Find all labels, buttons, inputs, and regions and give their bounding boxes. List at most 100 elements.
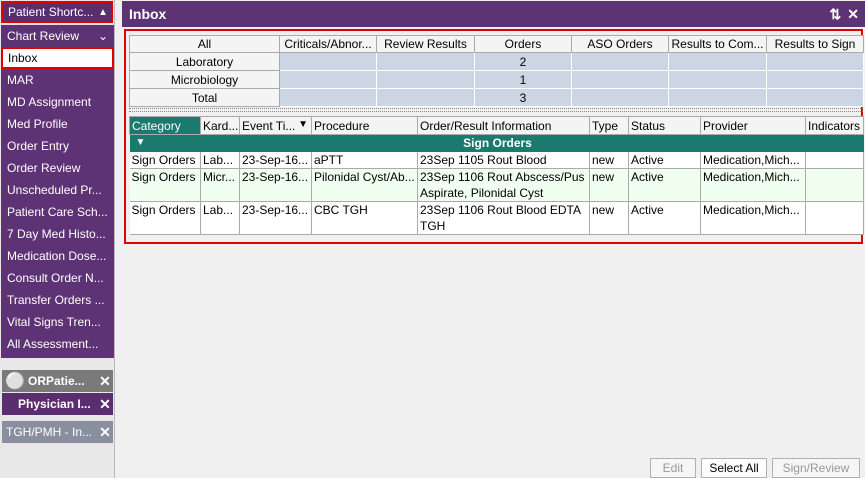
summary-row-label[interactable]: Laboratory [129, 52, 280, 71]
sidebar-item-order-entry[interactable]: Order Entry [1, 135, 114, 157]
summary-row-label[interactable]: Total [129, 88, 280, 107]
table-row[interactable]: Sign Orders Micr... 23-Sep-16... Pilonid… [129, 168, 864, 202]
refresh-icon[interactable]: ⇅ [830, 6, 842, 23]
chevron-down-icon: ⌄ [97, 29, 108, 43]
cell-indicators [805, 201, 864, 235]
cell-order-info: 23Sep 1105 Rout Blood [417, 151, 590, 169]
cell-category: Sign Orders [129, 201, 201, 235]
orders-count[interactable]: 1 [474, 70, 572, 89]
action-bar: Edit Select All Sign/Review [122, 455, 865, 478]
sidebar-item-mar[interactable]: MAR [1, 69, 114, 91]
sidebar-item-all-assessment[interactable]: All Assessment... [1, 333, 114, 355]
close-icon[interactable]: ✕ [97, 424, 113, 441]
orders-count[interactable]: 2 [474, 52, 572, 71]
cell-status: Active [628, 168, 701, 202]
summary-col-results-com[interactable]: Results to Com... [668, 35, 767, 53]
summary-col-orders[interactable]: Orders [474, 35, 572, 53]
sidebar-item-md-assignment[interactable]: MD Assignment [1, 91, 114, 113]
shortcuts-panel: Chart Review ⌄ Inbox MAR MD Assignment M… [1, 25, 114, 358]
cell-category: Sign Orders [129, 168, 201, 202]
cell-order-info: 23Sep 1106 Rout Abscess/Pus Aspirate, Pi… [417, 168, 590, 202]
person-icon: ⚪ [5, 373, 25, 390]
sidebar-item-label: Chart Review [7, 29, 80, 43]
summary-col-review[interactable]: Review Results [376, 35, 475, 53]
select-all-button[interactable]: Select All [701, 458, 767, 478]
splitter[interactable] [129, 108, 863, 112]
patient-shortcuts-label: Patient Shortc... [8, 5, 94, 19]
col-status[interactable]: Status [628, 116, 701, 135]
inbox-title-bar: Inbox ⇅ ✕ [122, 1, 865, 27]
cell-provider: Medication,Mich... [700, 201, 806, 235]
cell-category: Sign Orders [129, 151, 201, 169]
col-procedure[interactable]: Procedure [311, 116, 418, 135]
cell-procedure: Pilonidal Cyst/Ab... [311, 168, 418, 202]
location-tab[interactable]: TGH/PMH - In... ✕ [2, 421, 113, 443]
col-type[interactable]: Type [589, 116, 629, 135]
orders-table: Category Kard... Event Ti... ▼ Procedure… [129, 116, 864, 235]
cell-indicators [805, 168, 864, 202]
table-row[interactable]: Sign Orders Lab... 23-Sep-16... CBC TGH … [129, 201, 864, 235]
col-order-info[interactable]: Order/Result Information [417, 116, 590, 135]
sidebar-item-order-review[interactable]: Order Review [1, 157, 114, 179]
summary-row-label[interactable]: Microbiology [129, 70, 280, 89]
cell-procedure: CBC TGH [311, 201, 418, 235]
cell-event-time: 23-Sep-16... [239, 201, 312, 235]
orders-count[interactable]: 3 [474, 88, 572, 107]
summary-col-aso[interactable]: ASO Orders [571, 35, 669, 53]
col-kardex[interactable]: Kard... [200, 116, 240, 135]
summary-col-criticals[interactable]: Criticals/Abnor... [279, 35, 377, 53]
cell-indicators [805, 151, 864, 169]
sort-down-icon: ▼ [298, 118, 308, 130]
group-label: Sign Orders [463, 136, 532, 150]
col-category[interactable]: Category [129, 116, 201, 135]
summary-col-all[interactable]: All [129, 35, 280, 53]
sidebar-item-patient-care[interactable]: Patient Care Sch... [1, 201, 114, 223]
location-tab-label: TGH/PMH - In... [6, 425, 93, 439]
sidebar-item-consult-order[interactable]: Consult Order N... [1, 267, 114, 289]
summary-table: All Criticals/Abnor... Review Results Or… [129, 35, 864, 107]
patient-shortcuts-header[interactable]: Patient Shortc... ▲ [1, 1, 113, 23]
cell-order-info: 23Sep 1106 Rout Blood EDTA TGH [417, 201, 590, 235]
close-icon[interactable]: ✕ [97, 396, 113, 413]
close-icon[interactable]: ✕ [847, 6, 859, 23]
sidebar-item-7-day-med[interactable]: 7 Day Med Histo... [1, 223, 114, 245]
cell-provider: Medication,Mich... [700, 151, 806, 169]
col-event-time[interactable]: Event Ti... ▼ [239, 116, 312, 135]
sidebar-item-unscheduled[interactable]: Unscheduled Pr... [1, 179, 114, 201]
patient-tab-label: ORPatie... [28, 374, 85, 388]
physician-tab[interactable]: Physician I... ✕ [2, 393, 113, 415]
col-provider[interactable]: Provider [700, 116, 806, 135]
sidebar-item-med-profile[interactable]: Med Profile [1, 113, 114, 135]
cell-kardex: Lab... [200, 151, 240, 169]
edit-button[interactable]: Edit [650, 458, 696, 478]
page-title: Inbox [129, 6, 167, 22]
cell-event-time: 23-Sep-16... [239, 151, 312, 169]
sidebar-item-vital-signs[interactable]: Vital Signs Tren... [1, 311, 114, 333]
inbox-highlight-frame: All Criticals/Abnor... Review Results Or… [124, 29, 864, 244]
sidebar: Patient Shortc... ▲ Chart Review ⌄ Inbox… [0, 0, 115, 478]
summary-row[interactable]: Laboratory 2 [129, 52, 864, 71]
orders-header-row: Category Kard... Event Ti... ▼ Procedure… [129, 116, 864, 135]
physician-tab-label: Physician I... [18, 397, 91, 411]
sidebar-item-medication-dose[interactable]: Medication Dose... [1, 245, 114, 267]
cell-status: Active [628, 201, 701, 235]
summary-row[interactable]: Total 3 [129, 88, 864, 107]
patient-tab[interactable]: ⚪ ORPatie... ✕ [2, 370, 113, 392]
col-event-time-label: Event Ti... [242, 118, 296, 133]
collapse-up-icon[interactable]: ▲ [95, 7, 111, 18]
table-row[interactable]: Sign Orders Lab... 23-Sep-16... aPTT 23S… [129, 151, 864, 169]
close-icon[interactable]: ✕ [97, 373, 113, 390]
sidebar-item-chart-review[interactable]: Chart Review ⌄ [1, 25, 114, 47]
summary-row[interactable]: Microbiology 1 [129, 70, 864, 89]
summary-header-row: All Criticals/Abnor... Review Results Or… [129, 35, 864, 53]
sidebar-item-transfer-orders[interactable]: Transfer Orders ... [1, 289, 114, 311]
cell-kardex: Lab... [200, 201, 240, 235]
col-indicators[interactable]: Indicators [805, 116, 864, 135]
sidebar-item-inbox[interactable]: Inbox [1, 47, 114, 69]
summary-col-results-sign[interactable]: Results to Sign [766, 35, 864, 53]
cell-type: new [589, 168, 629, 202]
cell-type: new [589, 151, 629, 169]
sign-review-button[interactable]: Sign/Review [772, 458, 860, 478]
group-row-sign-orders[interactable]: ▼ Sign Orders [129, 134, 864, 152]
expand-arrow-icon[interactable]: ▼ [136, 135, 146, 151]
